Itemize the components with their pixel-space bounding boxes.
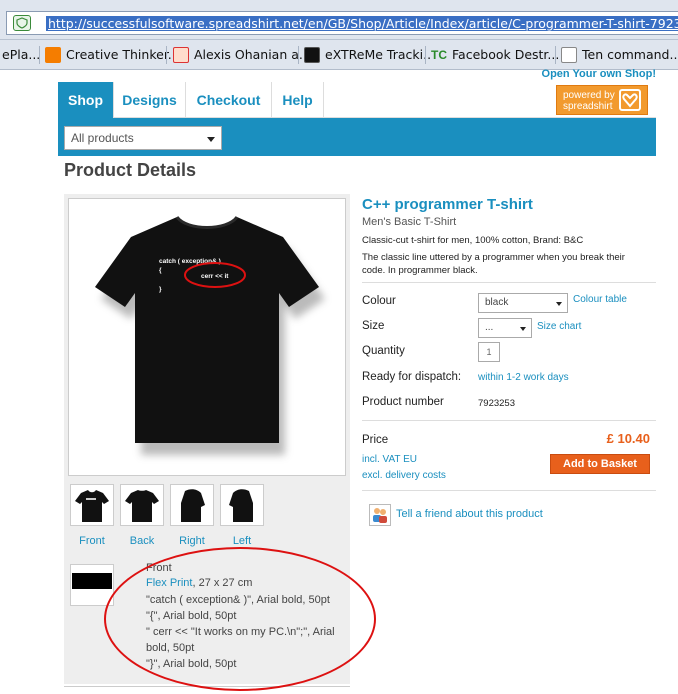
- spreadshirt-logo-icon: [619, 89, 641, 111]
- chevron-down-icon: [556, 302, 562, 306]
- category-select[interactable]: All products: [64, 126, 222, 150]
- url-field[interactable]: http://successfulsoftware.spreadshirt.ne…: [6, 11, 678, 35]
- quantity-input[interactable]: 1: [478, 342, 500, 362]
- product-subtitle: Men's Basic T-Shirt: [362, 216, 457, 228]
- colour-label: Colour: [362, 295, 396, 307]
- quantity-label: Quantity: [362, 345, 405, 357]
- view-thumb-front[interactable]: [70, 484, 114, 526]
- size-select[interactable]: ...: [478, 318, 532, 338]
- bookmark-item[interactable]: ePla...: [0, 44, 40, 66]
- view-label-back[interactable]: Back: [115, 535, 169, 547]
- product-main-image[interactable]: catch ( exception& ) { cerr << it }: [68, 198, 346, 476]
- techcrunch-icon: TC: [431, 47, 447, 63]
- blogger-icon: [45, 47, 61, 63]
- tab-shop[interactable]: Shop: [58, 82, 114, 118]
- colour-select[interactable]: black: [478, 293, 568, 313]
- shirt-print-line3: cerr << it: [201, 273, 229, 280]
- url-text[interactable]: http://successfulsoftware.spreadshirt.ne…: [46, 16, 678, 31]
- divider: [362, 282, 656, 283]
- open-shop-link[interactable]: Open Your own Shop!: [542, 68, 656, 80]
- size-label: Size: [362, 320, 385, 332]
- bookmark-item[interactable]: TC Facebook Destr...: [428, 44, 559, 66]
- bookmarks-bar: ePla... Creative Thinker... Alexis Ohani…: [0, 40, 678, 70]
- price-value: £ 10.40: [606, 431, 650, 446]
- site-identity-icon[interactable]: [13, 15, 31, 31]
- dispatch-time: within 1-2 work days: [478, 372, 569, 383]
- address-bar: http://successfulsoftware.spreadshirt.ne…: [0, 8, 678, 40]
- colour-table-link[interactable]: Colour table: [573, 294, 627, 305]
- friends-icon[interactable]: [369, 504, 391, 526]
- browser-top-strip: [0, 0, 678, 8]
- divider: [362, 490, 656, 491]
- shop-page: Open Your own Shop! Shop Designs Checkou…: [0, 68, 678, 694]
- view-thumb-left[interactable]: [220, 484, 264, 526]
- chevron-down-icon: [207, 137, 215, 142]
- category-bar: All products: [58, 118, 656, 156]
- product-number-label: Product number: [362, 396, 444, 408]
- bookmark-item[interactable]: Creative Thinker...: [42, 44, 180, 66]
- tab-help[interactable]: Help: [272, 82, 324, 118]
- powered-by-badge[interactable]: powered by spreadshirt: [556, 85, 648, 115]
- product-number: 7923253: [478, 398, 515, 409]
- design-thumbnail[interactable]: [70, 564, 114, 606]
- view-label-right[interactable]: Right: [165, 535, 219, 547]
- divider: [362, 420, 656, 421]
- reddit-icon: [173, 47, 189, 63]
- page-icon: [561, 47, 577, 63]
- add-to-basket-button[interactable]: Add to Basket: [550, 454, 650, 474]
- bookmark-item[interactable]: Alexis Ohanian a...: [170, 44, 311, 66]
- tell-friend-link[interactable]: Tell a friend about this product: [396, 508, 543, 520]
- view-label-front[interactable]: Front: [65, 535, 119, 547]
- price-label: Price: [362, 434, 389, 446]
- view-label-left[interactable]: Left: [215, 535, 269, 547]
- product-description: code. In programmer black.: [362, 265, 478, 276]
- page-title: Product Details: [64, 160, 197, 180]
- product-description: Classic-cut t-shirt for men, 100% cotton…: [362, 235, 584, 246]
- tab-designs[interactable]: Designs: [114, 82, 186, 118]
- shop-nav: Shop Designs Checkout Help powered by sp…: [58, 82, 656, 118]
- view-thumb-back[interactable]: [120, 484, 164, 526]
- ready-label: Ready for dispatch:: [362, 371, 462, 383]
- view-thumb-right[interactable]: [170, 484, 214, 526]
- chevron-down-icon: [520, 327, 526, 331]
- vat-link[interactable]: incl. VAT EU: [362, 454, 417, 465]
- tab-checkout[interactable]: Checkout: [186, 82, 272, 118]
- tshirt-image: catch ( exception& ) { cerr << it }: [95, 215, 325, 455]
- bookmark-item[interactable]: eXTReMe Tracki...: [301, 44, 435, 66]
- product-description: The classic line uttered by a programmer…: [362, 252, 625, 263]
- bookmark-item[interactable]: Ten command...: [558, 44, 678, 66]
- size-chart-link[interactable]: Size chart: [537, 321, 581, 332]
- annotation-ellipse: [104, 547, 376, 691]
- tracker-icon: [304, 47, 320, 63]
- product-name: C++ programmer T-shirt: [362, 196, 533, 213]
- delivery-costs-link[interactable]: excl. delivery costs: [362, 470, 446, 481]
